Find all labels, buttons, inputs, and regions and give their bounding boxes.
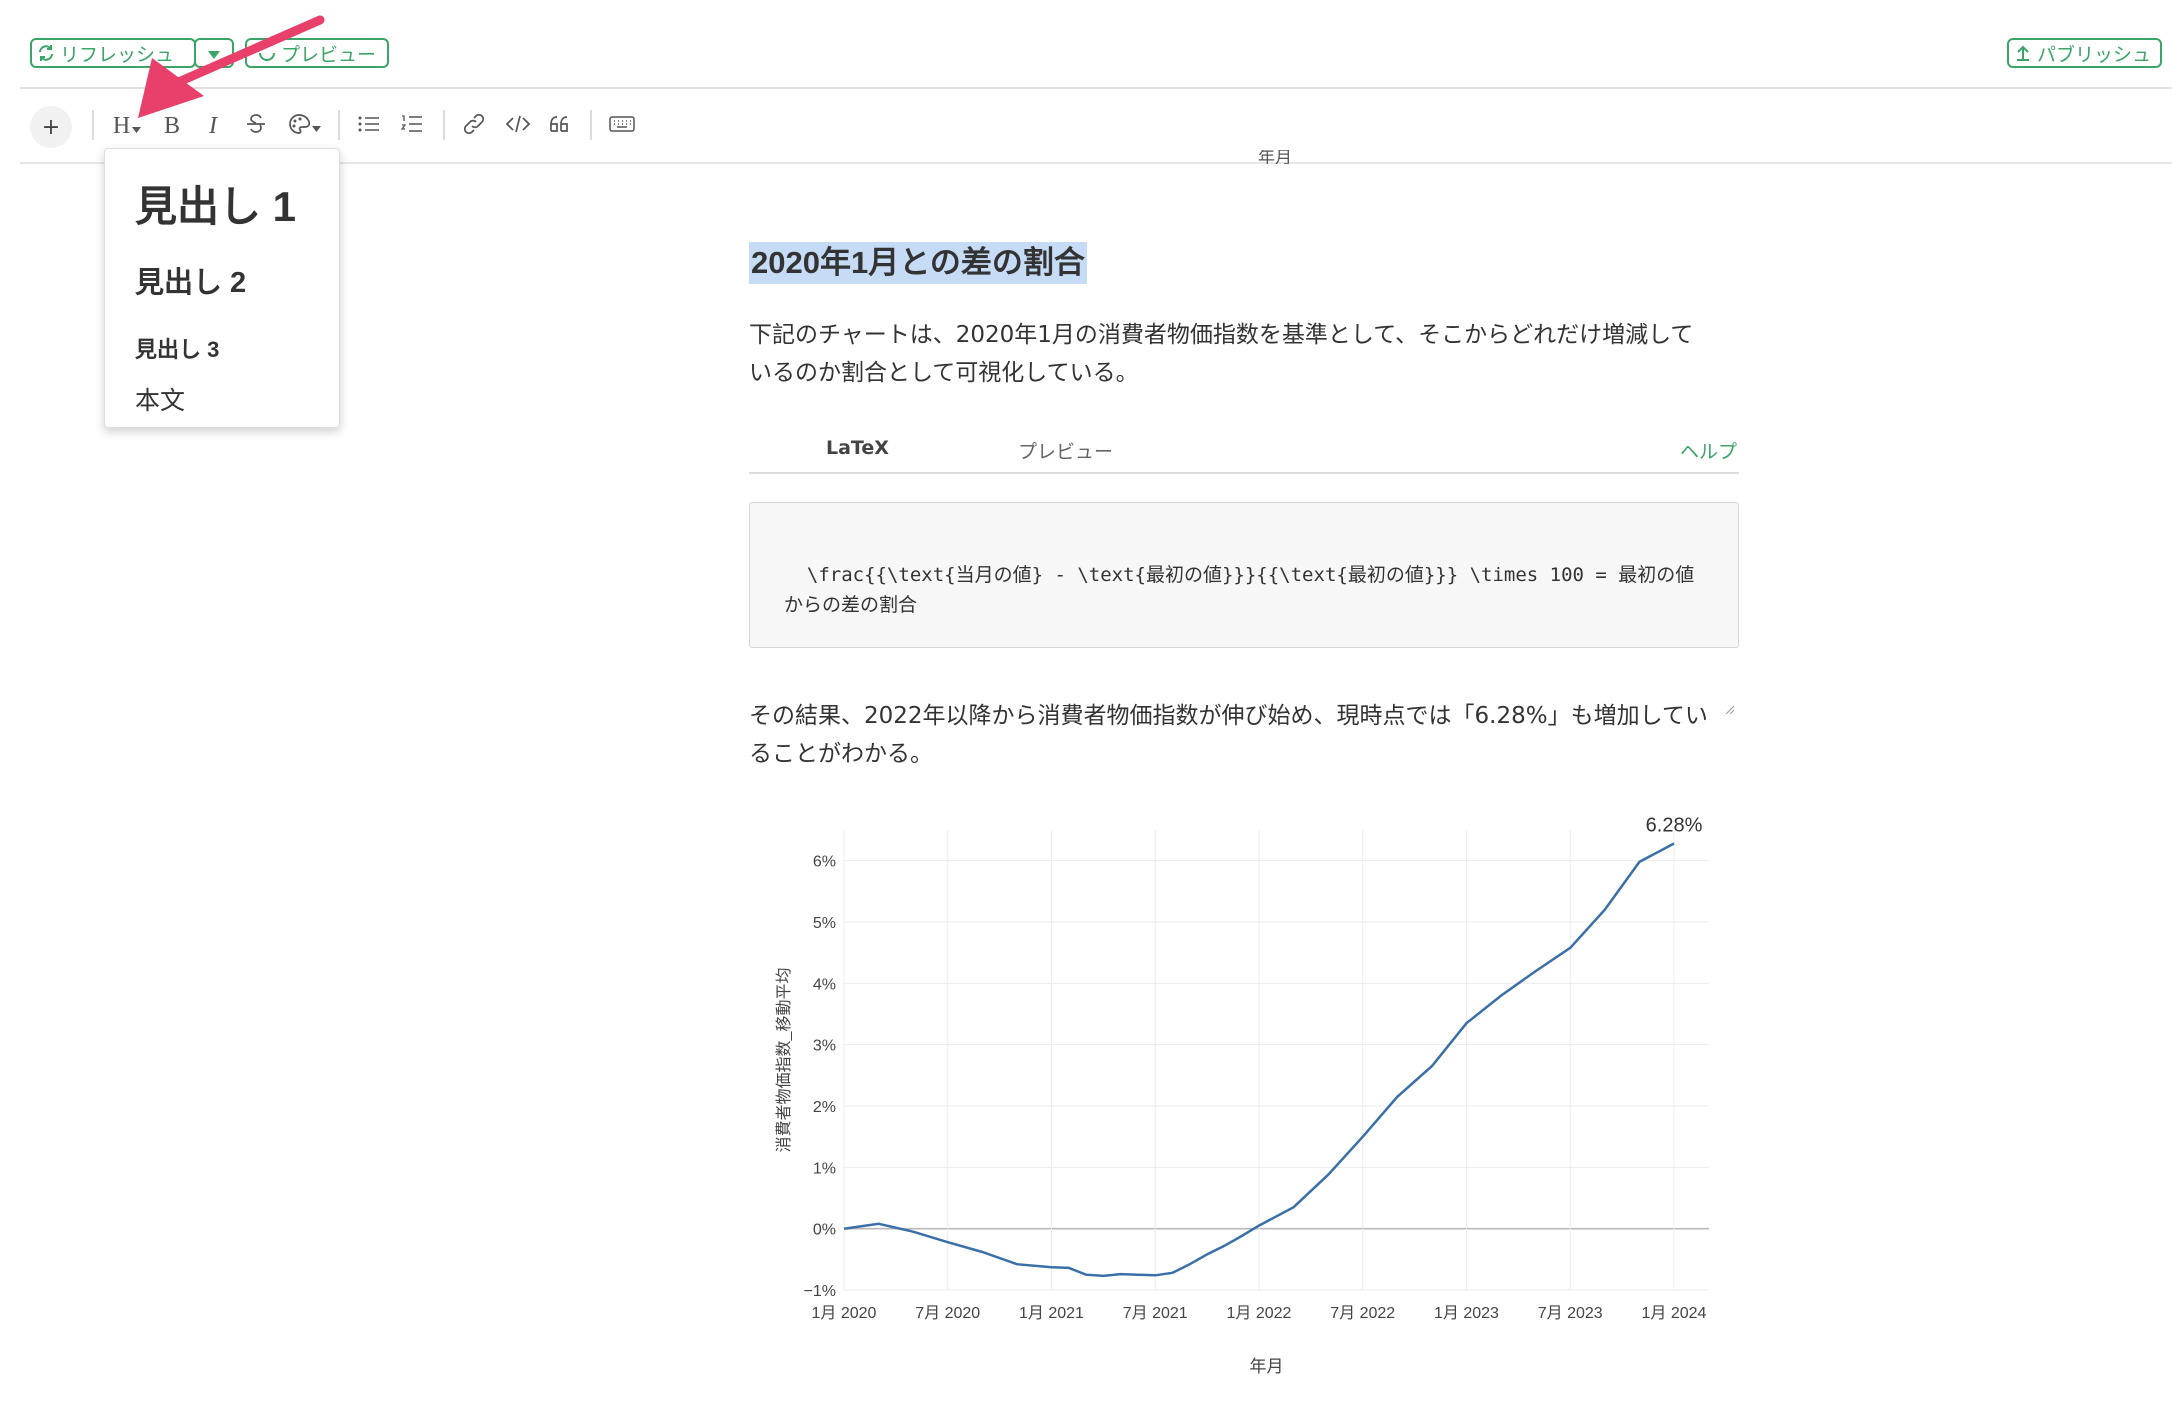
chart-grid: [843, 830, 1709, 1291]
toolbar-separator: [92, 110, 94, 140]
section-heading[interactable]: 2020年1月との差の割合: [749, 242, 1087, 284]
clipped-axis-title: 年月: [1258, 150, 1292, 164]
y-tick-label: 0%: [813, 1222, 836, 1239]
quote-button[interactable]: [547, 110, 573, 142]
tab-latex[interactable]: LaTeX: [826, 437, 889, 459]
y-tick-label: 2%: [813, 1099, 836, 1116]
y-tick-label: 5%: [813, 915, 836, 932]
x-tick-label: 1月 2020: [812, 1305, 877, 1322]
cpi-line-chart[interactable]: −1% 0% 1% 2% 3% 4% 5% 6% 1月 2020 7月 2020 1月 2021 7…: [749, 810, 1739, 1410]
bullet-list-icon: [358, 115, 380, 137]
y-axis-ticks: −1% 0% 1% 2% 3% 4% 5% 6%: [804, 854, 836, 1300]
x-tick-label: 7月 2023: [1538, 1305, 1603, 1322]
upload-icon: [2009, 44, 2037, 62]
code-button[interactable]: [504, 110, 532, 142]
bullet-list-button[interactable]: [356, 110, 382, 142]
publish-button[interactable]: パブリッシュ: [2007, 38, 2162, 68]
plus-label: +: [41, 114, 61, 140]
x-tick-label: 7月 2020: [915, 1305, 980, 1322]
quote-icon: [549, 115, 571, 137]
end-value-label: 6.28%: [1646, 814, 1703, 836]
x-tick-label: 7月 2021: [1123, 1305, 1188, 1322]
y-tick-label: −1%: [804, 1283, 836, 1300]
refresh-icon: [32, 44, 60, 62]
y-tick-label: 6%: [813, 854, 836, 871]
tab-preview[interactable]: プレビュー: [1018, 437, 1113, 464]
heading-menu-item-body[interactable]: 本文: [135, 381, 185, 417]
x-tick-label: 7月 2022: [1330, 1305, 1395, 1322]
heading-menu: 見出し 1 見出し 2 見出し 3 本文: [104, 148, 340, 428]
y-axis-label: 消費者物価指数_移動平均: [775, 968, 793, 1153]
x-tick-label: 1月 2021: [1019, 1305, 1084, 1322]
intro-line: いるのか割合として可視化している。: [749, 360, 1139, 386]
heading-menu-item-h2[interactable]: 見出し 2: [135, 259, 246, 301]
intro-paragraph[interactable]: 下記のチャートは、2020年1月の消費者物価指数を基準として、そこからどれだけ増…: [749, 316, 1739, 392]
result-line: その結果、2022年以降から消費者物価指数が伸び始め、現時点では「6.28%」も…: [749, 703, 1708, 729]
toolbar-separator: [443, 110, 445, 140]
keyboard-icon: [609, 116, 635, 136]
x-tick-label: 1月 2023: [1434, 1305, 1499, 1322]
numbered-list-icon: [400, 114, 423, 138]
heading-menu-item-h1[interactable]: 見出し 1: [135, 173, 296, 234]
heading-menu-item-h3[interactable]: 見出し 3: [135, 332, 219, 364]
y-tick-label: 4%: [813, 976, 836, 993]
add-block-button[interactable]: +: [30, 106, 72, 148]
code-icon: [505, 114, 531, 138]
result-paragraph[interactable]: その結果、2022年以降から消費者物価指数が伸び始め、現時点では「6.28%」も…: [749, 697, 1739, 773]
publish-label: パブリッシュ: [2037, 43, 2152, 66]
link-icon: [463, 113, 485, 139]
annotation-arrow: [138, 15, 325, 118]
toolbar-divider: [20, 162, 2172, 164]
x-axis-ticks: 1月 2020 7月 2020 1月 2021 7月 2021 1月 2022 7月 20…: [812, 1305, 1707, 1322]
resize-handle-icon[interactable]: [1724, 633, 1735, 715]
y-tick-label: 1%: [813, 1160, 836, 1177]
result-line: ることがわかる。: [749, 741, 933, 767]
x-tick-label: 1月 2024: [1642, 1305, 1707, 1322]
numbered-list-button[interactable]: [399, 110, 425, 142]
tabs-divider: [749, 472, 1739, 474]
x-axis-label: 年月: [1250, 1357, 1284, 1376]
latex-code: \frac{{\text{当月の値} - \text{最初の値}}}{{\tex…: [784, 564, 1695, 616]
toolbar-separator: [590, 110, 592, 140]
link-button[interactable]: [461, 110, 487, 142]
keyboard-shortcuts-button[interactable]: [607, 110, 637, 142]
y-tick-label: 3%: [813, 1038, 836, 1055]
x-tick-label: 1月 2022: [1227, 1305, 1292, 1322]
help-link[interactable]: ヘルプ: [1680, 437, 1737, 464]
latex-editor[interactable]: \frac{{\text{当月の値} - \text{最初の値}}}{{\tex…: [749, 502, 1739, 715]
intro-line: 下記のチャートは、2020年1月の消費者物価指数を基準として、そこからどれだけ増…: [749, 322, 1694, 348]
